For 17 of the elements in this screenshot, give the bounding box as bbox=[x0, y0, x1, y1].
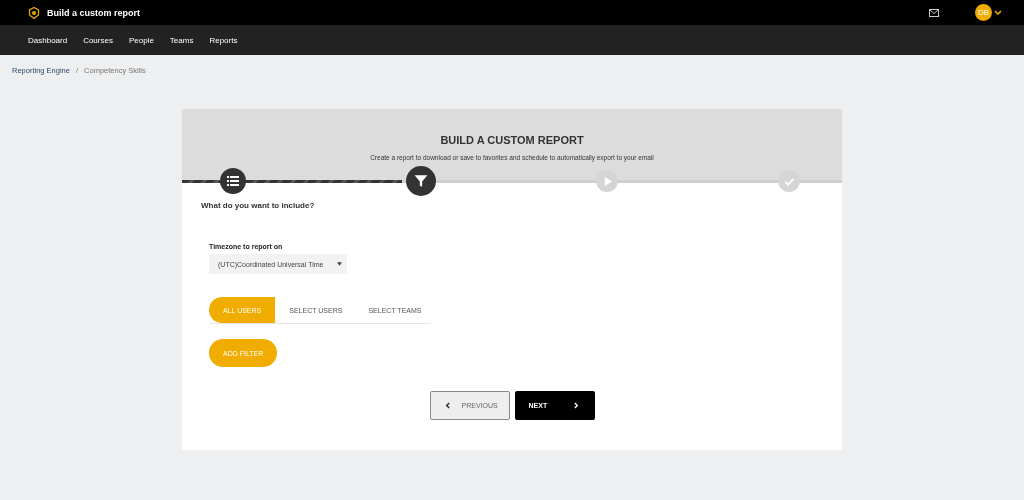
nav-link[interactable]: Reports bbox=[209, 35, 238, 45]
dropdown-arrow-icon bbox=[337, 262, 342, 266]
chevron-down-icon[interactable] bbox=[994, 10, 1002, 15]
card-title: BUILD A CUSTOM REPORT bbox=[439, 134, 585, 146]
app-title: Build a custom report bbox=[47, 7, 140, 18]
list-step-icon[interactable] bbox=[220, 168, 246, 194]
nav-link[interactable]: Teams bbox=[169, 35, 194, 45]
check-step-icon[interactable] bbox=[778, 170, 800, 192]
nav-link[interactable]: People bbox=[128, 35, 154, 45]
section-question: What do you want to include? bbox=[201, 201, 316, 210]
nav-link[interactable]: Courses bbox=[83, 35, 113, 45]
filter-step-icon[interactable] bbox=[406, 166, 436, 196]
chevron-right-icon bbox=[573, 402, 579, 409]
mail-icon[interactable] bbox=[929, 8, 939, 17]
chevron-left-icon bbox=[444, 402, 450, 409]
logo-icon bbox=[28, 6, 40, 19]
nav-link[interactable]: Dashboard bbox=[28, 35, 68, 45]
